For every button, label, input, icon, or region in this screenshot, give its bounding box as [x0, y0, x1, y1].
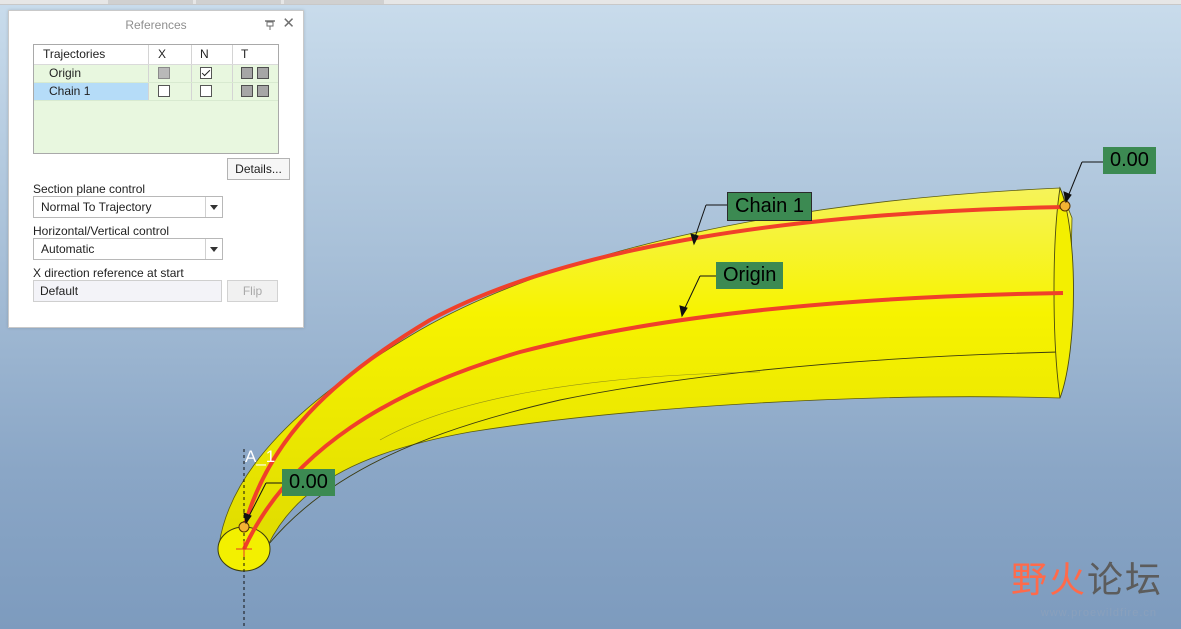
t-toggle-origin-2[interactable] — [257, 66, 269, 79]
hv-control-dropdown[interactable]: Automatic — [33, 238, 223, 260]
panel-title: References — [125, 18, 187, 32]
section-plane-dropdown[interactable]: Normal To Trajectory — [33, 196, 223, 218]
section-plane-label: Section plane control — [33, 182, 146, 196]
graphics-viewport[interactable]: Chain 1 Origin 0.00 0.00 A_1 References … — [0, 0, 1181, 629]
callout-origin[interactable]: Origin — [716, 262, 784, 289]
section-plane-value: Normal To Trajectory — [41, 200, 152, 214]
hv-control-label: Horizontal/Vertical control — [33, 224, 170, 238]
references-panel: References ✕ Trajectories X N T Origin C… — [8, 10, 304, 328]
x-direction-value: Default — [40, 284, 79, 298]
row-name: Origin — [49, 66, 82, 80]
n-checkbox-origin[interactable] — [200, 66, 212, 79]
t-toggle-origin-1[interactable] — [241, 66, 253, 79]
leader-dim-end — [1063, 161, 1103, 204]
details-button[interactable]: Details... — [227, 158, 290, 180]
chevron-down-icon[interactable] — [205, 197, 222, 217]
table-row-chain-1[interactable]: Chain 1 — [34, 83, 278, 101]
flip-button[interactable]: Flip — [227, 280, 278, 302]
sweep-surface[interactable] — [218, 187, 1073, 546]
axis-label: A_1 — [245, 447, 276, 466]
dimension-start-value[interactable]: 0.00 — [282, 469, 335, 496]
hv-control-value: Automatic — [41, 242, 95, 256]
x-checkbox-chain-1[interactable] — [158, 84, 170, 97]
n-checkbox-chain-1[interactable] — [200, 84, 212, 97]
t-toggle-chain-1-2[interactable] — [257, 84, 269, 97]
close-icon[interactable]: ✕ — [282, 16, 295, 32]
start-point-handle[interactable] — [238, 521, 250, 533]
column-header-n: N — [191, 45, 232, 64]
chevron-down-icon[interactable] — [205, 239, 222, 259]
t-toggle-chain-1-1[interactable] — [241, 84, 253, 97]
x-direction-field[interactable]: Default — [33, 280, 222, 302]
pin-icon[interactable] — [264, 19, 276, 31]
watermark-logo: 野火论坛 — [1011, 551, 1163, 603]
x-checkbox-origin[interactable] — [158, 66, 170, 79]
watermark-text-2: 论坛 — [1086, 560, 1163, 601]
x-direction-label: X direction reference at start — [33, 266, 184, 280]
column-header-trajectories: Trajectories — [43, 47, 106, 61]
column-header-x: X — [148, 45, 191, 64]
trajectories-table: Trajectories X N T Origin Chain 1 — [33, 44, 279, 154]
row-name: Chain 1 — [34, 83, 148, 100]
dimension-end-value[interactable]: 0.00 — [1103, 147, 1156, 174]
callout-chain-1[interactable]: Chain 1 — [727, 192, 812, 221]
watermark-text-1: 野火 — [1010, 560, 1087, 601]
table-header-row: Trajectories X N T — [34, 45, 278, 65]
column-header-t: T — [232, 45, 278, 64]
panel-header: References ✕ — [9, 11, 303, 39]
table-row-origin[interactable]: Origin — [34, 65, 278, 83]
watermark-url: www.proewildfire.cn — [1040, 607, 1157, 619]
end-point-handle[interactable] — [1059, 200, 1071, 212]
